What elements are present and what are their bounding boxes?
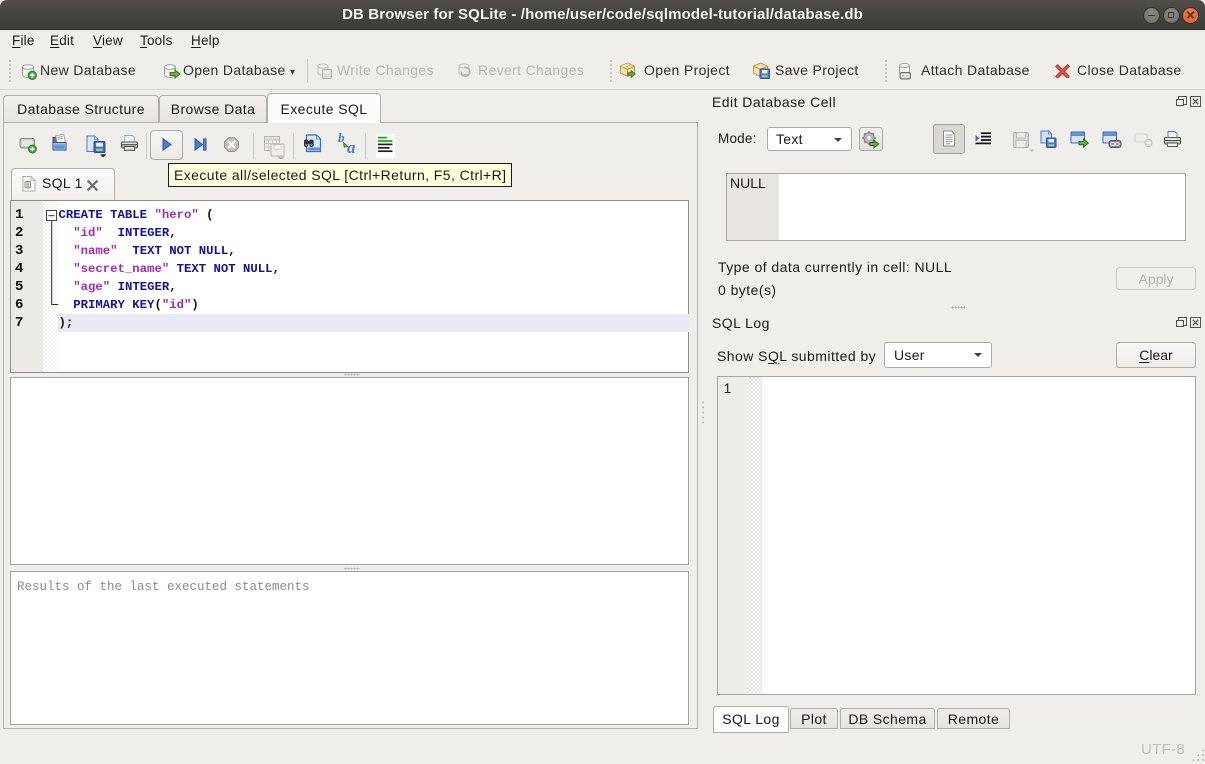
svg-text:a: a [347, 138, 356, 156]
